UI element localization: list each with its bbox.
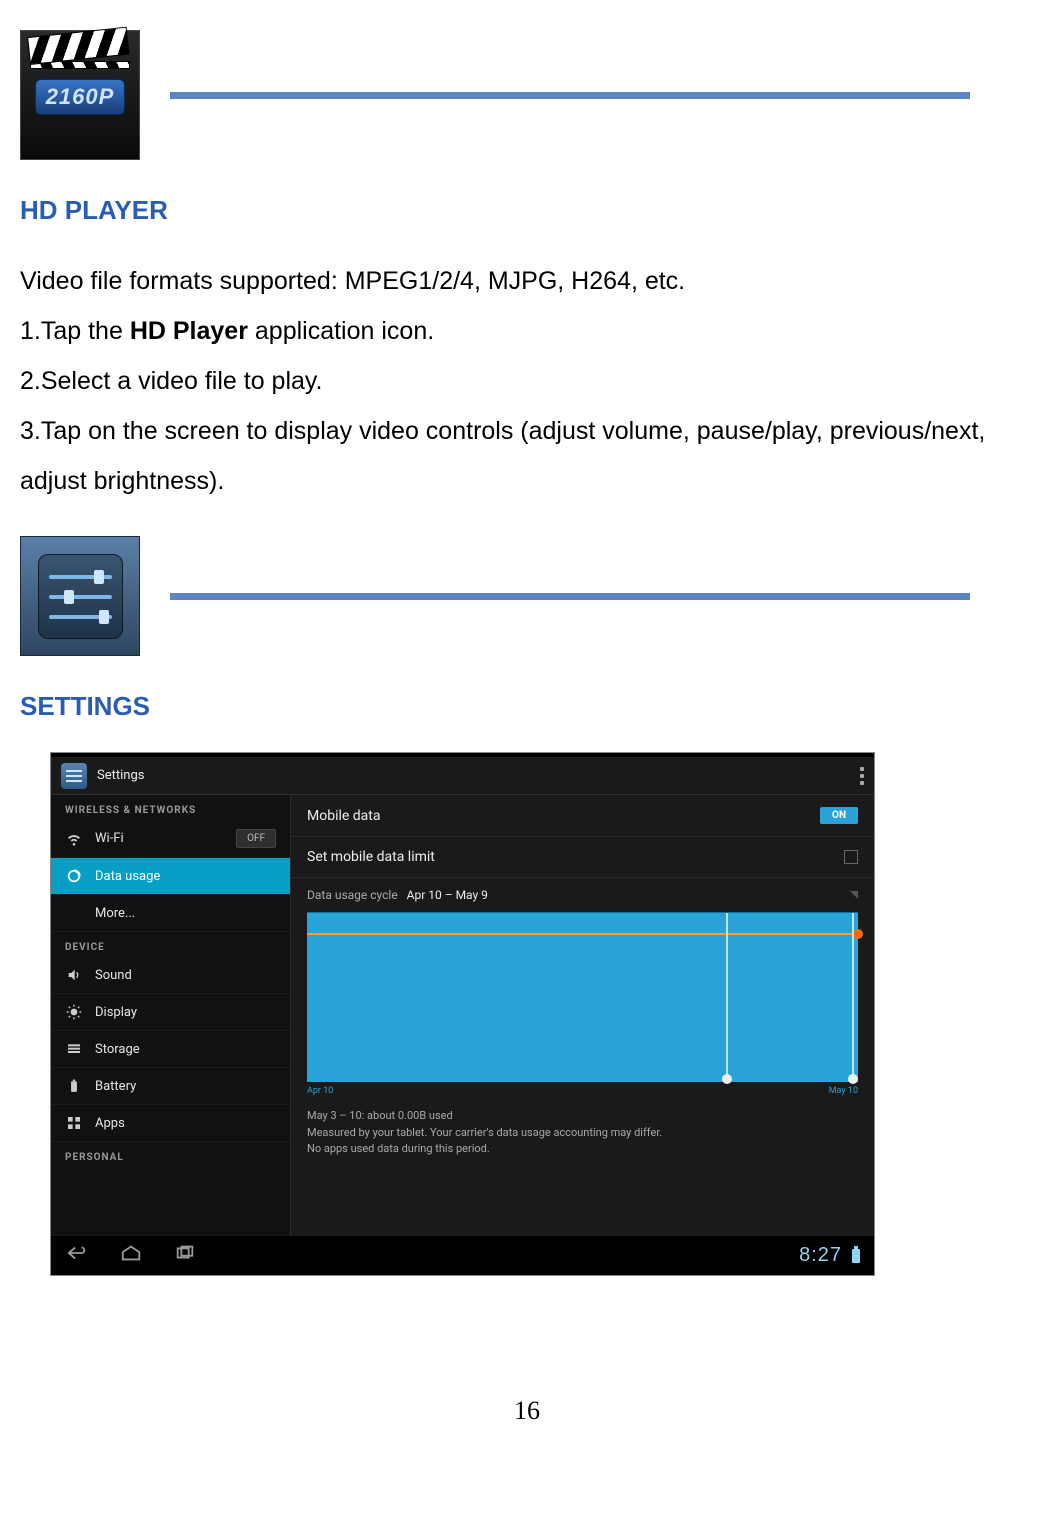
sliders-icon [38,554,123,639]
cycle-label: Data usage cycle [307,888,398,902]
android-settings-screenshot: Settings WIRELESS & NETWORKS Wi-Fi OFF D… [50,752,875,1276]
step1-suffix: application icon. [248,317,434,345]
hdplayer-step-3: 3.Tap on the screen to display video con… [20,406,1034,506]
blank-icon [65,904,83,922]
sidebar-category-device: DEVICE [51,932,290,957]
statusbar-clock: 8:27 [799,1244,842,1267]
sidebar-apps-label: Apps [95,1116,125,1131]
settings-header-row [20,536,1034,656]
step1-prefix: 1.Tap the [20,317,130,345]
step1-bold: HD Player [130,317,248,345]
settings-icon [61,763,87,789]
chart-x-right: May 10 [829,1086,858,1096]
sidebar-item-more[interactable]: More... [51,895,290,932]
wifi-toggle[interactable]: OFF [236,829,276,848]
storage-icon [65,1040,83,1058]
battery-icon [65,1077,83,1095]
mobile-data-label: Mobile data [307,808,380,824]
hdplayer-body: Video file formats supported: MPEG1/2/4,… [20,256,1034,506]
sidebar-item-sound[interactable]: Sound [51,957,290,994]
set-limit-label: Set mobile data limit [307,849,435,865]
sidebar-sound-label: Sound [95,968,132,983]
set-limit-checkbox[interactable] [844,850,858,864]
sidebar-data-usage-label: Data usage [95,869,160,884]
sidebar-item-apps[interactable]: Apps [51,1105,290,1142]
settings-app-icon [20,536,140,656]
spinner-icon [850,891,858,899]
settings-title: SETTINGS [20,691,1034,722]
hdplayer-icon-label: 2160P [35,79,126,115]
chart-y-value: 2.0 GB [313,919,355,940]
sidebar-battery-label: Battery [95,1079,136,1094]
settings-sidebar: WIRELESS & NETWORKS Wi-Fi OFF Data usage [51,795,291,1235]
sidebar-item-battery[interactable]: Battery [51,1068,290,1105]
android-navbar: 8:27 [51,1235,874,1275]
sidebar-more-label: More... [95,906,135,921]
hdplayer-title: HD PLAYER [20,195,1034,226]
brightness-icon [65,1003,83,1021]
chart-x-left: Apr 10 [307,1086,333,1096]
sidebar-item-storage[interactable]: Storage [51,1031,290,1068]
hdplayer-intro: Video file formats supported: MPEG1/2/4,… [20,256,1034,306]
hdplayer-step-2: 2.Select a video file to play. [20,356,1034,406]
sidebar-category-wireless: WIRELESS & NETWORKS [51,795,290,820]
usage-summary: May 3 – 10: about 0.00B used Measured by… [291,1100,874,1160]
row-mobile-data[interactable]: Mobile data ON [291,795,874,837]
data-usage-chart: 2.0 GB warning Apr 10 May 10 [307,912,858,1096]
actionbar-title: Settings [97,768,144,783]
chart-warning-label: warning [313,939,341,948]
sidebar-display-label: Display [95,1005,137,1020]
divider-blue [170,92,970,99]
hdplayer-header-row: 2160P [20,30,1034,160]
row-set-limit[interactable]: Set mobile data limit [291,837,874,878]
speaker-icon [65,966,83,984]
clapperboard-top-icon [27,27,129,65]
usage-line-1: May 3 – 10: about 0.00B used [307,1108,858,1125]
page-number: 16 [20,1396,1034,1426]
divider-blue [170,593,970,600]
apps-icon [65,1114,83,1132]
chart-warning-line[interactable] [307,933,858,935]
hdplayer-step-1: 1.Tap the HD Player application icon. [20,306,1034,356]
settings-main-panel: Mobile data ON Set mobile data limit Dat… [291,795,874,1235]
cycle-value: Apr 10 – May 9 [407,888,488,902]
sidebar-item-wifi[interactable]: Wi-Fi OFF [51,820,290,858]
usage-line-2: Measured by your tablet. Your carrier's … [307,1125,858,1142]
data-usage-icon [65,867,83,885]
chart-range-handle-left[interactable] [726,913,728,1082]
row-usage-cycle[interactable]: Data usage cycle Apr 10 – May 9 [291,878,874,906]
sidebar-item-display[interactable]: Display [51,994,290,1031]
android-actionbar: Settings [51,757,874,795]
overflow-menu-icon[interactable] [860,767,864,785]
nav-home-icon[interactable] [119,1244,143,1267]
usage-line-3: No apps used data during this period. [307,1141,858,1158]
nav-recent-icon[interactable] [173,1244,197,1267]
sidebar-wifi-label: Wi-Fi [95,831,124,846]
nav-back-icon[interactable] [65,1244,89,1267]
hdplayer-app-icon: 2160P [20,30,140,160]
wifi-icon [65,830,83,848]
sidebar-category-personal: PERSONAL [51,1142,290,1167]
sidebar-item-data-usage[interactable]: Data usage [51,858,290,895]
battery-status-icon [852,1249,860,1263]
mobile-data-toggle[interactable]: ON [820,807,858,824]
sidebar-storage-label: Storage [95,1042,140,1057]
chart-range-handle-right[interactable] [852,913,854,1082]
